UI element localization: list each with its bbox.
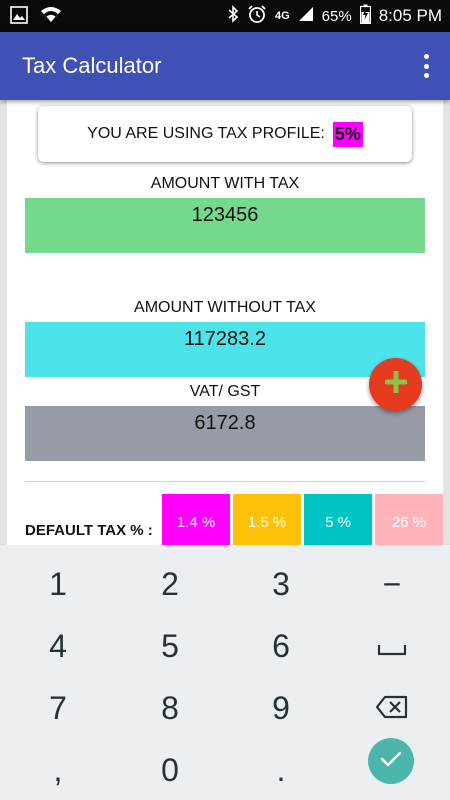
amount-without-tax-field[interactable]: 117283.2 bbox=[25, 322, 425, 377]
add-profile-button[interactable] bbox=[369, 358, 422, 411]
clock: 8:05 PM bbox=[378, 6, 442, 25]
calculator-content: YOU ARE USING TAX PROFILE: 5% AMOUNT WIT… bbox=[0, 100, 450, 545]
key-9[interactable]: 9 bbox=[225, 678, 337, 738]
key-space[interactable] bbox=[336, 616, 448, 676]
tax-chip-3[interactable]: 5 % bbox=[304, 494, 372, 545]
tax-chip-4[interactable]: 26 % bbox=[375, 494, 443, 545]
key-backspace[interactable] bbox=[336, 678, 448, 738]
vat-gst-label: VAT/ GST bbox=[189, 383, 261, 400]
alarm-icon bbox=[247, 4, 267, 28]
key-0[interactable]: 0 bbox=[114, 740, 226, 800]
battery-charging-icon bbox=[359, 4, 371, 28]
key-8[interactable]: 8 bbox=[114, 678, 226, 738]
key-3[interactable]: 3 bbox=[225, 554, 337, 614]
amount-with-tax-input[interactable]: 123456 bbox=[25, 198, 425, 253]
divider bbox=[25, 481, 425, 482]
overflow-menu-icon[interactable] bbox=[422, 54, 430, 78]
bluetooth-icon bbox=[227, 5, 239, 27]
status-bar: 4G 65% 8:05 PM bbox=[0, 0, 450, 32]
key-6[interactable]: 6 bbox=[225, 616, 337, 676]
default-tax-label: DEFAULT TAX % : bbox=[25, 522, 153, 539]
key-1[interactable]: 1 bbox=[2, 554, 114, 614]
signal-icon bbox=[298, 6, 314, 26]
checkmark-icon bbox=[380, 750, 402, 773]
key-4[interactable]: 4 bbox=[2, 616, 114, 676]
plus-icon bbox=[383, 369, 409, 400]
battery-percent: 65% bbox=[321, 7, 352, 25]
app-bar: Tax Calculator bbox=[0, 32, 450, 100]
key-2[interactable]: 2 bbox=[114, 554, 226, 614]
done-button[interactable] bbox=[368, 738, 414, 784]
tax-profile-card: YOU ARE USING TAX PROFILE: 5% bbox=[38, 106, 412, 162]
backspace-icon bbox=[375, 690, 409, 727]
amount-without-tax-label: AMOUNT WITHOUT TAX bbox=[134, 299, 316, 316]
vat-gst-field[interactable]: 6172.8 bbox=[25, 406, 425, 461]
key-comma[interactable]: , bbox=[2, 740, 114, 800]
space-icon bbox=[377, 628, 407, 665]
app-title: Tax Calculator bbox=[22, 53, 162, 78]
tax-chip-2[interactable]: 1.5 % bbox=[233, 494, 301, 545]
key-7[interactable]: 7 bbox=[2, 678, 114, 738]
key-5[interactable]: 5 bbox=[114, 616, 226, 676]
amount-with-tax-label: AMOUNT WITH TAX bbox=[150, 175, 300, 192]
tax-chip-1[interactable]: 1.4 % bbox=[162, 494, 230, 545]
tax-profile-value: 5% bbox=[332, 121, 363, 147]
numeric-keyboard: 1 2 3 − 4 5 6 7 8 9 , 0 . bbox=[0, 545, 450, 800]
key-minus[interactable]: − bbox=[336, 554, 448, 614]
key-period[interactable]: . bbox=[225, 740, 337, 800]
tax-profile-label: YOU ARE USING TAX PROFILE: bbox=[87, 125, 325, 142]
gallery-icon bbox=[10, 6, 28, 29]
wifi-icon bbox=[40, 6, 62, 29]
network-type: 4G bbox=[274, 10, 290, 22]
